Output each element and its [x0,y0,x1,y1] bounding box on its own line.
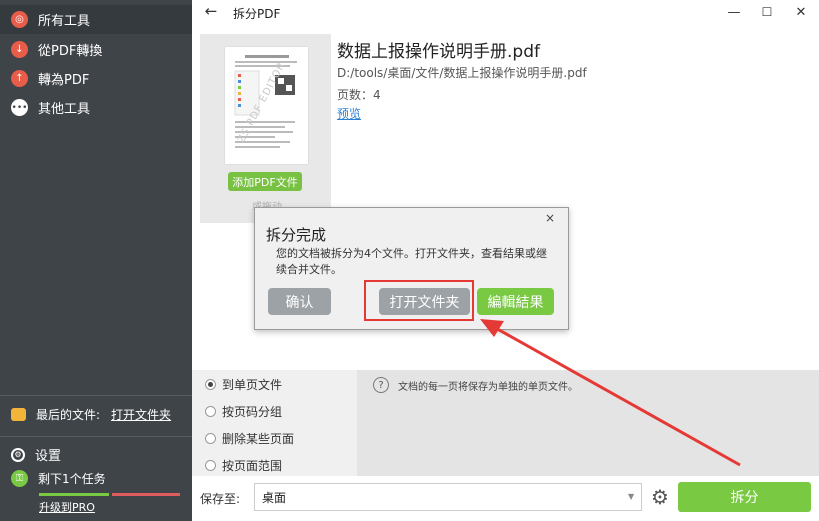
open-folder-link[interactable]: 打开文件夹 [111,406,171,423]
minimize-button[interactable]: — [719,2,749,22]
back-arrow-icon[interactable]: ← [203,2,219,20]
tasks-progress-remaining [112,493,180,496]
option-label: 到单页文件 [222,378,283,392]
option-group-by-page[interactable]: 按页码分组 [205,403,282,420]
sidebar-divider [0,436,192,437]
option-page-range[interactable]: 按页面范围 [205,457,282,474]
close-button[interactable]: ✕ [786,2,816,22]
add-pdf-button[interactable]: 添加PDF文件 [228,172,302,191]
sidebar-item-to-pdf[interactable]: ↑ 轉為PDF [0,64,192,93]
folder-icon [11,408,26,421]
save-to-label: 保存至: [200,492,241,506]
save-location-value: 桌面 [262,490,287,505]
sidebar-item-label: 其他工具 [38,102,91,117]
option-description: 文档的每一页将保存为单独的单页文件。 [398,382,578,393]
sidebar-item-from-pdf[interactable]: ↓ 從PDF轉換 [0,35,192,64]
page-title: 拆分PDF [233,7,281,21]
sidebar-item-all-tools[interactable]: ◎ 所有工具 [0,5,192,34]
radio-icon[interactable] [205,433,216,444]
split-button[interactable]: 拆分 [678,482,811,512]
help-icon[interactable]: ? [373,377,389,393]
sidebar-item-label: 所有工具 [38,14,91,29]
pdf-thumbnail: ZS PDF EDITOR [225,47,308,164]
gear-icon: ⚙ [11,447,25,462]
maximize-button[interactable]: ☐ [752,2,782,22]
edit-result-button[interactable]: 編輯結果 [477,288,554,315]
annotation-highlight-box [364,280,474,321]
settings-label: 设置 [35,449,62,464]
preview-link[interactable]: 预览 [337,105,361,122]
option-single-page[interactable]: 到单页文件 [205,376,282,393]
radio-icon[interactable] [205,460,216,471]
file-path: D:/tools/桌面/文件/数据上报操作说明手册.pdf [337,66,587,80]
sidebar-divider [0,395,192,396]
option-label: 按页面范围 [222,459,283,473]
last-files-label: 最后的文件: [36,408,101,422]
radio-selected-icon[interactable] [205,379,216,390]
dialog-title: 拆分完成 [266,226,327,244]
option-label: 按页码分组 [222,405,283,419]
option-delete-pages[interactable]: 删除某些页面 [205,430,294,447]
sidebar-item-settings[interactable]: ⚙ 设置 [0,440,192,469]
key-icon: ⚿ [11,469,28,487]
file-name: 数据上报操作说明手册.pdf [337,42,540,62]
arrow-down-icon: ↓ [11,41,28,58]
radio-icon[interactable] [205,406,216,417]
gear-icon[interactable]: ⚙ [648,485,672,509]
sidebar-item-label: 從PDF轉換 [38,44,103,59]
arrow-up-icon: ↑ [11,70,28,87]
target-icon: ◎ [11,11,28,28]
dialog-message: 您的文档被拆分为4个文件。打开文件夹，查看结果或继续合并文件。 [276,247,547,276]
confirm-button[interactable]: 确认 [268,288,331,315]
tasks-label: 剩下1个任务 [38,471,106,486]
chevron-down-icon[interactable]: ▼ [628,492,634,501]
dialog-close-icon[interactable]: × [544,211,556,225]
more-dots-icon: ••• [11,99,28,116]
tasks-progress-used [39,493,109,496]
tasks-row: ⚿ 剩下1个任务 [0,468,192,488]
option-label: 删除某些页面 [222,432,295,446]
save-location-select[interactable]: 桌面 [254,483,642,511]
sidebar: ◎ 所有工具 ↓ 從PDF轉換 ↑ 轉為PDF ••• 其他工具 最后的文件: … [0,0,192,521]
sidebar-item-label: 轉為PDF [38,73,90,88]
last-files-row: 最后的文件: 打开文件夹 [0,400,192,429]
sidebar-item-other-tools[interactable]: ••• 其他工具 [0,93,192,122]
upgrade-link[interactable]: 升级到PRO [39,499,95,515]
page-count: 页数：4 [337,88,381,102]
